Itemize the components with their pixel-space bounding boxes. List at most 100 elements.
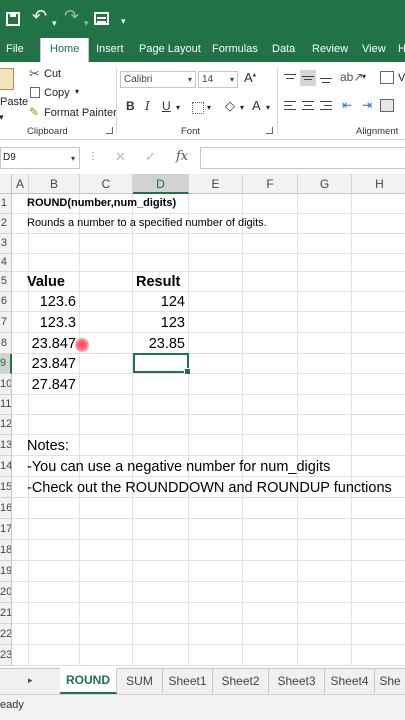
paste-dropdown-icon[interactable]: ▾	[0, 112, 4, 123]
save-icon[interactable]	[6, 12, 20, 26]
column-header-g[interactable]: G	[298, 174, 352, 194]
column-header-d[interactable]: D	[133, 174, 189, 194]
row-header[interactable]: 13	[0, 435, 12, 456]
select-all-corner[interactable]	[0, 174, 12, 194]
cell-b5[interactable]: Value	[27, 274, 65, 290]
bold-button[interactable]: B	[126, 99, 135, 113]
cell-b13[interactable]: Notes:	[27, 438, 69, 454]
orientation-icon[interactable]: ab↗	[340, 70, 363, 84]
paste-icon[interactable]	[0, 68, 14, 90]
merge-center-icon[interactable]	[380, 99, 394, 112]
row-header[interactable]: 6	[0, 292, 12, 312]
column-header-c[interactable]: C	[80, 174, 133, 194]
row-header[interactable]: 1	[0, 194, 12, 214]
underline-dropdown-icon[interactable]: ▾	[176, 103, 180, 112]
italic-button[interactable]: I	[145, 99, 150, 113]
redo-icon[interactable]: ↷	[64, 7, 79, 25]
row-header[interactable]: 8	[0, 333, 12, 354]
underline-button[interactable]: U	[162, 99, 171, 113]
cell-b10[interactable]: 27.847	[29, 377, 76, 393]
copy-button[interactable]: Copy	[44, 87, 70, 99]
tab-formulas[interactable]: Formulas	[212, 38, 258, 62]
cell-b7[interactable]: 123.3	[29, 315, 76, 331]
row-header[interactable]: 7	[0, 312, 12, 333]
cell-b14[interactable]: -You can use a negative number for num_d…	[27, 459, 330, 475]
cell-d8[interactable]: 23.85	[133, 336, 185, 352]
spreadsheet-grid[interactable]: A B C D E F G H 1 2 3 4 5 6 7 8 9 10 11 …	[0, 174, 405, 666]
cell-b6[interactable]: 123.6	[29, 294, 76, 310]
active-cell-d9[interactable]	[133, 353, 191, 375]
undo-icon[interactable]: ↶	[32, 7, 47, 25]
cell-d6[interactable]: 124	[133, 294, 185, 310]
row-header[interactable]: 16	[0, 498, 12, 519]
row-header[interactable]: 20	[0, 582, 12, 603]
formula-input[interactable]	[200, 147, 405, 169]
sheet-tab-round[interactable]: ROUND	[60, 668, 117, 694]
tab-review[interactable]: Review	[312, 38, 348, 62]
column-header-a[interactable]: A	[12, 174, 29, 194]
sheet-scroll-right-icon[interactable]: ▸	[28, 675, 33, 686]
borders-icon[interactable]	[192, 102, 204, 114]
row-header[interactable]: 23	[0, 645, 12, 666]
column-header-b[interactable]: B	[29, 174, 80, 194]
scissors-icon[interactable]: ✂	[29, 66, 40, 82]
redo-dropdown-icon[interactable]: ▾	[84, 14, 89, 32]
decrease-indent-icon[interactable]: ⇤	[342, 98, 352, 112]
copy-icon[interactable]	[30, 87, 40, 98]
cell-b2[interactable]: Rounds a number to a specified number of…	[27, 217, 267, 229]
row-header-selected[interactable]: 9	[0, 354, 12, 374]
tab-insert[interactable]: Insert	[96, 38, 124, 62]
font-color-icon[interactable]: A	[252, 98, 261, 113]
wrap-text-icon[interactable]	[380, 71, 394, 84]
row-header[interactable]: 3	[0, 234, 12, 254]
cell-b1[interactable]: ROUND(number,num_digits)	[27, 197, 176, 209]
enter-icon[interactable]: ✓	[145, 149, 156, 165]
increase-indent-icon[interactable]: ⇥	[362, 98, 372, 112]
cell-d5[interactable]: Result	[136, 274, 180, 290]
sheet-tab-sheet2[interactable]: Sheet2	[213, 669, 269, 693]
row-header[interactable]: 21	[0, 603, 12, 624]
row-header[interactable]: 10	[0, 374, 12, 395]
cut-button[interactable]: Cut	[44, 68, 61, 80]
tab-view[interactable]: View	[362, 38, 386, 62]
undo-dropdown-icon[interactable]: ▾	[52, 14, 57, 32]
borders-dropdown-icon[interactable]: ▾	[207, 103, 211, 112]
row-header[interactable]: 15	[0, 477, 12, 498]
clipboard-launcher-icon[interactable]	[106, 127, 113, 134]
name-box[interactable]: D9 ▾	[0, 147, 80, 169]
row-header[interactable]: 4	[0, 254, 12, 272]
tab-page-layout[interactable]: Page Layout	[139, 38, 201, 62]
tab-file[interactable]: File	[6, 38, 24, 62]
format-painter-button[interactable]: Format Painter	[44, 107, 117, 119]
sheet-tab-sheet1[interactable]: Sheet1	[163, 669, 213, 693]
cell-d7[interactable]: 123	[133, 315, 185, 331]
customize-icon[interactable]: ▾	[121, 12, 126, 30]
tab-help[interactable]: H	[398, 38, 405, 62]
row-header[interactable]: 19	[0, 561, 12, 582]
row-header[interactable]: 5	[0, 272, 12, 292]
align-middle-icon[interactable]	[300, 70, 316, 86]
splitter-handle[interactable]: ⋮	[88, 151, 98, 162]
row-header[interactable]: 17	[0, 519, 12, 540]
column-header-e[interactable]: E	[189, 174, 243, 194]
insert-function-button[interactable]: fx	[176, 149, 188, 164]
tab-data[interactable]: Data	[272, 38, 295, 62]
fill-color-icon[interactable]: ◇	[225, 98, 235, 114]
row-header[interactable]: 2	[0, 214, 12, 234]
row-header[interactable]: 18	[0, 540, 12, 561]
column-header-h[interactable]: H	[352, 174, 405, 194]
font-size-select[interactable]: 14 ▾	[198, 71, 238, 88]
font-name-select[interactable]: Calibri ▾	[120, 71, 196, 88]
paste-button[interactable]: Paste	[0, 96, 28, 108]
row-header[interactable]: 11	[0, 395, 12, 415]
sheet-tab-partial[interactable]: She	[375, 669, 405, 693]
form-icon[interactable]	[94, 12, 109, 25]
column-header-f[interactable]: F	[243, 174, 298, 194]
font-color-dropdown-icon[interactable]: ▾	[266, 103, 270, 112]
sheet-tab-sheet4[interactable]: Sheet4	[325, 669, 375, 693]
row-header[interactable]: 14	[0, 456, 12, 477]
cell-b8[interactable]: 23.847	[29, 336, 76, 352]
fill-dropdown-icon[interactable]: ▾	[240, 103, 244, 112]
cell-b9[interactable]: 23.847	[29, 356, 76, 372]
tab-home[interactable]: Home	[40, 38, 90, 64]
